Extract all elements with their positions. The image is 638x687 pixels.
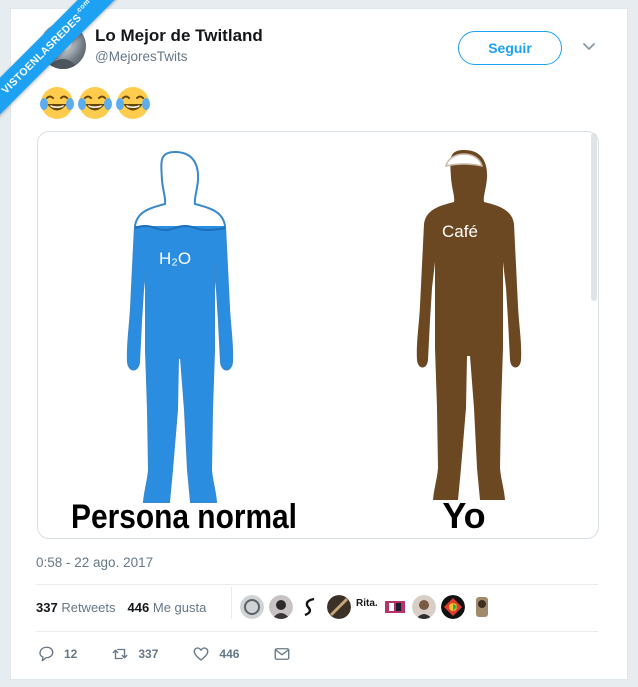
liker-avatar[interactable] (470, 595, 494, 619)
image-scrollbar[interactable] (591, 133, 597, 301)
caption-right: Yo (442, 495, 485, 536)
laughing-face-icon (116, 87, 150, 119)
retweet-label: Retweets (61, 600, 116, 615)
retweet-stat[interactable]: 337 Retweets (36, 600, 116, 615)
tweet-card: VISTOENLASREDES.com Lo Mejor de Twitland… (0, 0, 628, 680)
liker-avatar[interactable] (327, 595, 351, 619)
account-handle[interactable]: @MejoresTwits (95, 49, 187, 64)
reply-button[interactable]: 12 (37, 645, 77, 663)
divider (231, 587, 232, 619)
like-count: 446 (127, 600, 150, 615)
liker-avatar[interactable] (383, 595, 407, 619)
liker-avatar[interactable] (240, 595, 264, 619)
tweet-actions: 12 337 446 (37, 645, 325, 663)
envelope-icon (274, 648, 290, 660)
heart-icon (193, 647, 209, 661)
direct-message-button[interactable] (273, 645, 291, 663)
tweet-text (39, 85, 151, 121)
likers-list: Rita. (240, 595, 494, 619)
laughing-face-icon (40, 87, 74, 119)
reply-icon (39, 646, 54, 662)
meme-illustration: H₂O Café Persona normal Yo (71, 150, 522, 536)
account-name[interactable]: Lo Mejor de Twitland (95, 26, 263, 46)
retweet-button[interactable]: 337 (111, 645, 158, 663)
tweet-stats: 337 Retweets 446 Me gusta (36, 600, 206, 615)
divider (36, 631, 598, 632)
chevron-down-icon[interactable] (581, 38, 597, 54)
like-button[interactable]: 446 (192, 645, 239, 663)
laughing-face-icon (78, 87, 112, 119)
water-figure (126, 151, 234, 503)
retweet-icon (112, 648, 128, 660)
like-label: Me gusta (152, 600, 207, 615)
like-count-action: 446 (219, 647, 240, 661)
like-stat[interactable]: 446 Me gusta (128, 600, 207, 615)
divider (36, 584, 598, 585)
tweet-image[interactable]: H₂O Café Persona normal Yo (37, 131, 599, 539)
reply-count: 12 (64, 647, 78, 661)
coffee-label: Café (442, 222, 478, 241)
retweet-count-action: 337 (138, 647, 159, 661)
water-label: H₂O (159, 249, 191, 268)
retweet-count: 337 (36, 600, 58, 615)
liker-avatar[interactable] (440, 595, 465, 619)
watermark-suffix: .com (74, 0, 92, 16)
liker-avatar[interactable] (411, 595, 436, 619)
liker-name[interactable]: Rita. (356, 598, 378, 609)
caption-left: Persona normal (71, 498, 297, 536)
liker-avatar[interactable] (298, 595, 322, 619)
tweet-timestamp[interactable]: 0:58 - 22 ago. 2017 (36, 555, 153, 570)
liker-avatar[interactable] (269, 595, 293, 619)
follow-button[interactable]: Seguir (458, 31, 562, 65)
coffee-figure (416, 150, 522, 500)
